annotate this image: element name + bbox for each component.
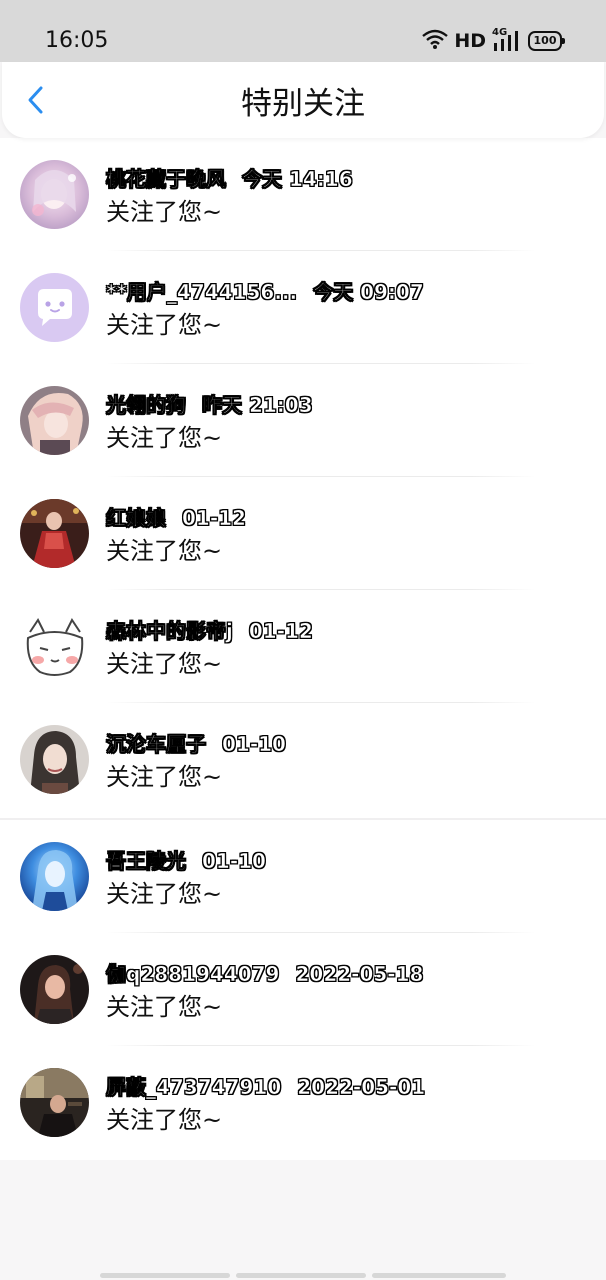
follow-list: 桃花藏于晚风 今天 14:16 关注了您~ **用户_4744156... 今天 0…	[0, 138, 606, 1160]
user-name[interactable]: 桃花藏于晚风	[106, 167, 227, 192]
list-item[interactable]: **用户_4744156... 今天 09:07 关注了您~	[0, 251, 606, 364]
avatar[interactable]	[20, 955, 89, 1024]
item-header: 伽q2881944079 2022-05-18	[106, 961, 424, 987]
screen: 16:05 HD 4G 100 特别关注 桃花藏于晚风 今天 14:16 关注了…	[0, 0, 606, 1280]
user-name[interactable]: **用户_4744156...	[106, 280, 298, 305]
user-name[interactable]: 森林中的影帝j	[106, 619, 233, 644]
item-header: 红娘娘 01-12	[106, 505, 247, 531]
item-header: 桃花藏于晚风 今天 14:16	[106, 166, 353, 192]
status-bar: 16:05 HD 4G 100	[0, 0, 606, 62]
page-title: 特别关注	[241, 86, 365, 122]
avatar[interactable]	[20, 160, 89, 229]
user-name[interactable]: 屏蔽_473747910	[106, 1075, 282, 1100]
avatar[interactable]	[20, 499, 89, 568]
user-name[interactable]: 光翎的狗	[106, 393, 187, 418]
item-header: 屏蔽_473747910 2022-05-01	[106, 1074, 426, 1100]
item-message: 关注了您~	[106, 763, 223, 791]
list-item[interactable]: 吾王陵光 01-10 关注了您~	[0, 820, 606, 933]
list-item[interactable]: 屏蔽_473747910 2022-05-01 关注了您~	[0, 1046, 606, 1159]
timestamp: 今天 14:16	[242, 167, 353, 192]
hd-label: HD	[454, 30, 486, 52]
item-message: 关注了您~	[106, 880, 223, 908]
item-message: 关注了您~	[106, 650, 223, 678]
user-name[interactable]: 伽q2881944079	[106, 962, 280, 987]
item-message: 关注了您~	[106, 1106, 223, 1134]
header: 特别关注	[2, 62, 604, 138]
timestamp: 01-10	[222, 732, 287, 757]
timestamp: 昨天 21:03	[202, 393, 313, 418]
avatar[interactable]	[20, 612, 89, 681]
item-message: 关注了您~	[106, 424, 223, 452]
timestamp: 01-12	[248, 619, 314, 644]
timestamp: 今天 09:07	[313, 280, 424, 305]
avatar[interactable]	[20, 273, 89, 342]
user-name[interactable]: 沉沦车厘子	[106, 732, 207, 757]
item-header: 吾王陵光 01-10	[106, 848, 267, 874]
battery-icon: 100	[528, 31, 565, 51]
avatar[interactable]	[20, 842, 89, 911]
item-message: 关注了您~	[106, 311, 223, 339]
timestamp: 01-10	[202, 849, 267, 874]
status-icons: HD 4G 100	[422, 27, 565, 55]
user-name[interactable]: 吾王陵光	[106, 849, 187, 874]
avatar[interactable]	[20, 386, 89, 455]
item-header: **用户_4744156... 今天 09:07	[106, 279, 424, 305]
list-item[interactable]: 伽q2881944079 2022-05-18 关注了您~	[0, 933, 606, 1046]
timestamp: 2022-05-18	[295, 962, 424, 987]
bottom-handle	[100, 1273, 230, 1278]
bottom-handle	[236, 1273, 366, 1278]
list-item[interactable]: 桃花藏于晚风 今天 14:16 关注了您~	[0, 138, 606, 251]
status-time: 16:05	[45, 28, 109, 53]
list-item[interactable]: 光翎的狗 昨天 21:03 关注了您~	[0, 364, 606, 477]
list-item[interactable]: 沉沦车厘子 01-10 关注了您~	[0, 703, 606, 816]
item-header: 森林中的影帝j 01-12	[106, 618, 313, 644]
list-item[interactable]: 红娘娘 01-12 关注了您~	[0, 477, 606, 590]
avatar[interactable]	[20, 725, 89, 794]
item-message: 关注了您~	[106, 198, 223, 226]
item-message: 关注了您~	[106, 993, 223, 1021]
bottom-handle	[372, 1273, 506, 1278]
item-header: 光翎的狗 昨天 21:03	[106, 392, 313, 418]
item-message: 关注了您~	[106, 537, 223, 565]
user-name[interactable]: 红娘娘	[106, 506, 167, 531]
timestamp: 2022-05-01	[297, 1075, 426, 1100]
list-item[interactable]: 森林中的影帝j 01-12 关注了您~	[0, 590, 606, 703]
item-header: 沉沦车厘子 01-10	[106, 731, 287, 757]
timestamp: 01-12	[182, 506, 247, 531]
wifi-icon	[422, 29, 449, 53]
signal-icon: 4G	[492, 27, 522, 53]
avatar[interactable]	[20, 1068, 89, 1137]
